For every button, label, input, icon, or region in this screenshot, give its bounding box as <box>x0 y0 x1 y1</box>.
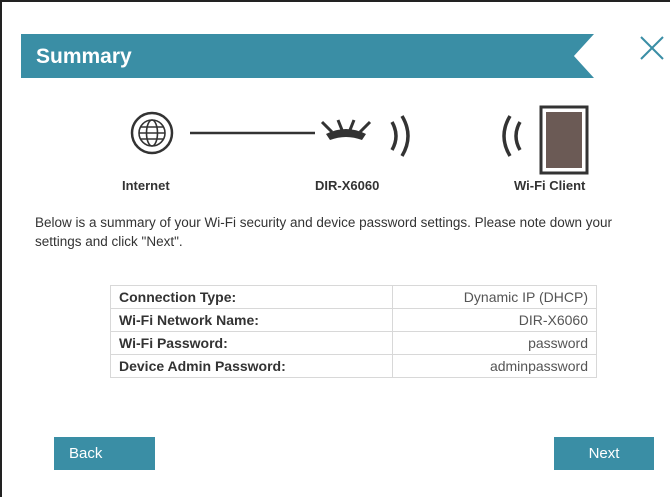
row-value: adminpassword <box>391 354 598 378</box>
row-label: Device Admin Password: <box>110 354 393 378</box>
summary-intro-text: Below is a summary of your Wi-Fi securit… <box>35 215 612 249</box>
dialog-title: Summary <box>36 45 132 68</box>
summary-table: Connection Type: Dynamic IP (DHCP) Wi-Fi… <box>110 285 598 378</box>
table-row: Connection Type: Dynamic IP (DHCP) <box>110 285 598 309</box>
table-row: Wi-Fi Network Name: DIR-X6060 <box>110 308 598 332</box>
wifi-signal-icon <box>502 115 522 157</box>
tablet-icon <box>539 105 589 175</box>
row-value: DIR-X6060 <box>391 308 598 332</box>
row-value: Dynamic IP (DHCP) <box>391 285 598 309</box>
internet-label: Internet <box>122 178 170 193</box>
wifi-signal-icon <box>390 115 410 157</box>
connection-line <box>190 131 315 135</box>
row-value: password <box>391 331 598 355</box>
close-icon[interactable] <box>636 32 668 64</box>
router-icon <box>320 119 372 140</box>
globe-icon <box>130 111 174 155</box>
row-label: Connection Type: <box>110 285 393 309</box>
row-label: Wi-Fi Password: <box>110 331 393 355</box>
router-label: DIR-X6060 <box>315 178 380 193</box>
table-row: Wi-Fi Password: password <box>110 331 598 355</box>
row-label: Wi-Fi Network Name: <box>110 308 393 332</box>
table-row: Device Admin Password: adminpassword <box>110 354 598 378</box>
client-label: Wi-Fi Client <box>514 178 586 193</box>
next-button[interactable]: Next <box>554 437 654 470</box>
back-button[interactable]: Back <box>54 437 155 470</box>
